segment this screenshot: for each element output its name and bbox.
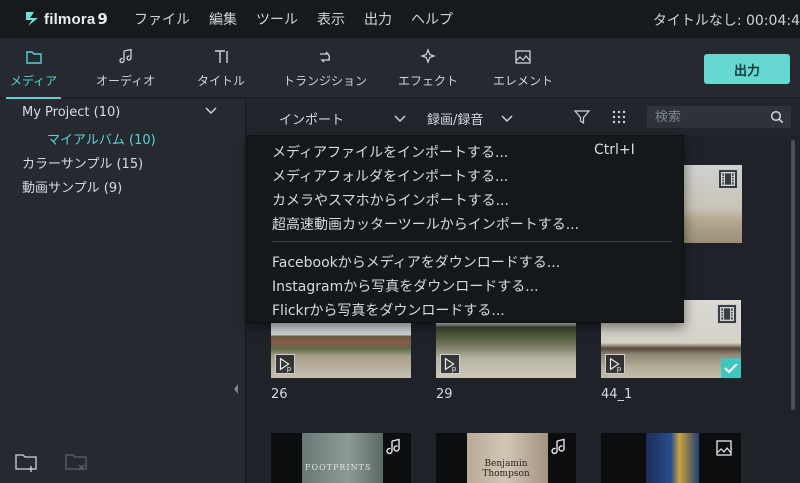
import-dropdown[interactable]: インポート: [279, 109, 406, 128]
collapse-panel-icon[interactable]: [232, 383, 240, 395]
menu-item-import-from-cutter[interactable]: 超高速動画カッターツールからインポートする...: [272, 214, 579, 234]
svg-text:p: p: [287, 364, 292, 373]
tab-media-label: メディア: [10, 74, 58, 88]
shortcut-ctrl-i: Ctrl+I: [594, 142, 635, 158]
tab-media[interactable]: メディア: [5, 48, 62, 99]
record-label: 録画/録音: [427, 113, 484, 128]
menu-item-import-from-camera[interactable]: カメラやスマホからインポートする...: [272, 190, 509, 210]
new-folder-icon[interactable]: [14, 451, 40, 473]
filmora-logo-icon: [26, 12, 38, 26]
tab-effects-label: エフェクト: [398, 74, 459, 88]
text-icon: [215, 50, 228, 63]
menu-file[interactable]: ファイル: [134, 9, 190, 29]
library-panel: My Project (10) マイアルバム (10) カラーサンプル (15)…: [0, 99, 246, 483]
music-note-icon: [386, 438, 400, 455]
menu-view[interactable]: 表示: [317, 9, 345, 29]
tab-transitions-label: トランジション: [283, 74, 368, 88]
tab-transitions[interactable]: トランジション: [283, 48, 367, 89]
effects-icon: [420, 48, 436, 64]
svg-text:p: p: [617, 364, 622, 373]
svg-text:p: p: [452, 364, 457, 373]
search-icon[interactable]: [770, 110, 784, 124]
checkmark-icon: [721, 358, 741, 378]
media-scrollbar[interactable]: [791, 140, 795, 410]
menu-help[interactable]: ヘルプ: [411, 9, 453, 29]
menu-edit[interactable]: 編集: [209, 9, 237, 29]
menu-item-import-media-folder[interactable]: メディアフォルダをインポートする...: [272, 166, 508, 186]
tab-effects[interactable]: エフェクト: [398, 48, 458, 89]
music-note-icon: [551, 438, 565, 455]
thumbnail-caption: Benjamin Thompson: [482, 459, 530, 479]
library-actions: [14, 451, 90, 473]
video-film-icon: [717, 304, 737, 324]
tree-item-video-samples[interactable]: 動画サンプル (9): [22, 177, 122, 196]
tab-titles[interactable]: タイトル: [197, 48, 245, 89]
menu-bar: ファイル 編集 ツール 表示 出力 ヘルプ: [134, 9, 472, 29]
media-label-26: 26: [271, 387, 288, 402]
menu-item-download-flickr[interactable]: Flickrから写真をダウンロードする...: [272, 300, 505, 320]
tree-item-my-album[interactable]: マイアルバム (10): [47, 129, 156, 148]
tab-audio-label: オーディオ: [96, 74, 156, 88]
video-proxy-icon: p: [440, 354, 460, 374]
menu-item-download-facebook[interactable]: Facebookからメディアをダウンロードする...: [272, 252, 560, 272]
image-icon: [716, 440, 732, 456]
record-dropdown[interactable]: 録画/録音: [427, 109, 513, 128]
import-menu: メディアファイルをインポートする... Ctrl+I メディアフォルダをインポー…: [247, 135, 684, 323]
media-label-44_1: 44_1: [601, 387, 633, 402]
video-film-icon: [718, 169, 738, 189]
tree-item-color-samples[interactable]: カラーサンプル (15): [22, 153, 143, 172]
tab-audio[interactable]: オーディオ: [96, 48, 155, 89]
media-thumbnail-image[interactable]: [601, 433, 741, 483]
delete-folder-icon[interactable]: [64, 451, 90, 473]
app-logo: filmora 9: [24, 10, 120, 28]
import-label: インポート: [279, 113, 345, 128]
media-label-29: 29: [436, 387, 453, 402]
menu-item-download-instagram[interactable]: Instagramから写真をダウンロードする...: [272, 276, 539, 296]
chevron-down-icon: [394, 114, 406, 122]
media-thumbnail-audio-1[interactable]: FOOTPRINTS: [271, 433, 411, 483]
project-title: タイトルなし: 00:04:4: [652, 13, 800, 29]
image-icon: [515, 50, 531, 64]
module-toolbar: メディア オーディオ タイトル トランジション エフェクト エレメント 出力: [0, 38, 800, 99]
menu-item-import-media-files[interactable]: メディアファイルをインポートする...: [272, 142, 508, 162]
app-name: filmora: [44, 10, 96, 28]
tab-elements-label: エレメント: [493, 74, 554, 88]
menu-separator: [272, 241, 672, 242]
app-version: 9: [97, 10, 108, 28]
grid-view-icon[interactable]: [611, 109, 627, 125]
chevron-down-icon: [501, 114, 513, 122]
folder-icon: [25, 51, 42, 64]
export-button[interactable]: 出力: [704, 54, 790, 84]
video-proxy-icon: p: [275, 354, 295, 374]
thumbnail-caption: FOOTPRINTS: [305, 463, 372, 472]
filter-icon[interactable]: [574, 109, 590, 125]
menu-tools[interactable]: ツール: [256, 9, 298, 29]
transition-icon: [320, 51, 330, 63]
music-note-icon: [118, 48, 132, 64]
tree-item-my-project[interactable]: My Project (10): [22, 105, 120, 120]
menu-export[interactable]: 出力: [364, 9, 392, 29]
tab-elements[interactable]: エレメント: [493, 48, 553, 89]
title-bar: filmora 9 ファイル 編集 ツール 表示 出力 ヘルプ タイトルなし: …: [0, 0, 800, 38]
media-thumbnail[interactable]: [684, 165, 742, 243]
video-proxy-icon: p: [605, 354, 625, 374]
media-thumbnail-audio-2[interactable]: Benjamin Thompson: [436, 433, 576, 483]
chevron-down-icon[interactable]: [204, 106, 218, 116]
media-header: インポート 録画/録音: [247, 99, 800, 135]
tab-titles-label: タイトル: [197, 74, 246, 88]
